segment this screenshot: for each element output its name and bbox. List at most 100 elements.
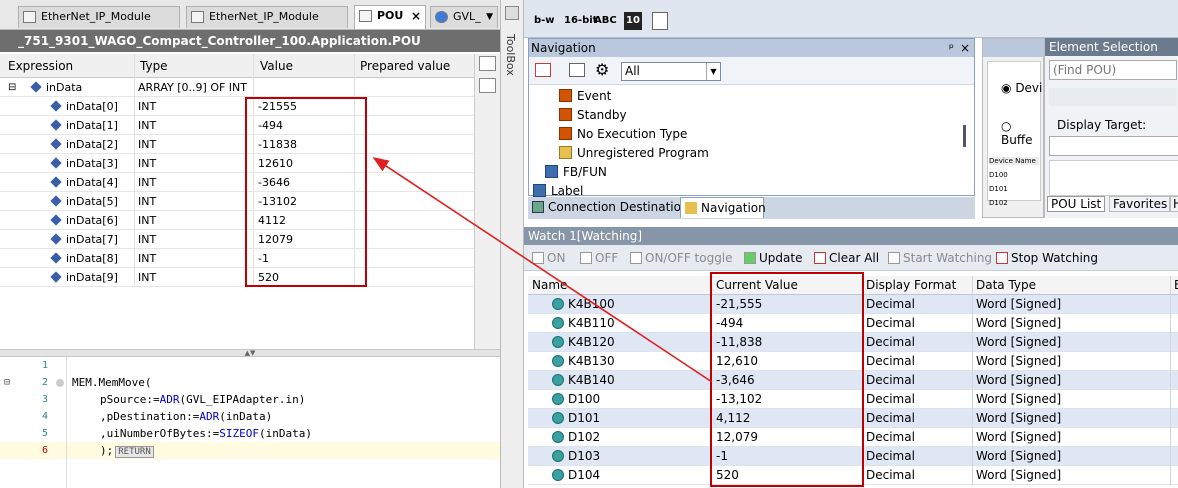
element-selection-title: Element Selection xyxy=(1045,38,1178,56)
device-row[interactable]: D101 xyxy=(989,185,1008,193)
device-row[interactable]: D100 xyxy=(989,171,1008,179)
nav-item[interactable]: Unregistered Program xyxy=(559,144,709,163)
highlight-box-left xyxy=(245,97,367,287)
watch1-toolbar: ON OFF ON/OFF toggle Update Clear All St… xyxy=(524,245,1178,271)
col-prepared[interactable]: Prepared value xyxy=(360,54,450,78)
watch-row[interactable]: inData[3] INT 12610 xyxy=(0,154,474,173)
variable-icon xyxy=(50,271,62,283)
watch-parent-row[interactable]: ⊟ inData ARRAY [0..9] OF INT xyxy=(0,78,474,97)
on-button[interactable]: ON xyxy=(532,249,565,267)
off-icon xyxy=(580,252,592,264)
watch-row[interactable]: inData[5] INT -13102 xyxy=(0,192,474,211)
fold-icon[interactable]: ⊟ xyxy=(4,374,10,391)
device-col-header: Device Name xyxy=(989,157,1039,165)
variable-icon xyxy=(50,119,62,131)
navigation-title: Navigation ᵖ × xyxy=(529,39,974,57)
device-icon xyxy=(552,450,564,462)
list-icon[interactable] xyxy=(479,56,496,71)
code-editor[interactable]: 1 ⊟ 2 MEM.MemMove( 3 pSource:=ADR(GVL_EIPAd… xyxy=(0,357,500,488)
toolbox-icon[interactable] xyxy=(505,6,519,20)
filter-icon[interactable] xyxy=(535,63,551,77)
start-watch-icon xyxy=(888,252,900,264)
tab-ethernet-ip-module-1[interactable]: EtherNet_IP_Module xyxy=(18,6,180,28)
stop-watching-button[interactable]: Stop Watching xyxy=(996,249,1098,267)
radio-buffer[interactable]: ○ Buffe xyxy=(1001,119,1043,147)
nav-item[interactable]: FB/FUN xyxy=(545,163,607,182)
table-icon[interactable] xyxy=(652,12,668,30)
watch-row[interactable]: inData[6] INT 4112 xyxy=(0,211,474,230)
col-extra[interactable]: E xyxy=(1174,276,1178,295)
col-display-format[interactable]: Display Format xyxy=(866,276,956,295)
chevron-down-icon[interactable]: ▼ xyxy=(706,63,720,80)
editor-tab-strip: EtherNet_IP_Module EtherNet_IP_Module PO… xyxy=(0,0,500,30)
tab-pou[interactable]: POU × xyxy=(354,5,426,29)
watch-row[interactable]: inData[7] INT 12079 xyxy=(0,230,474,249)
numeric-button[interactable]: 10 xyxy=(624,12,642,30)
bw-button[interactable]: b-w xyxy=(534,12,555,30)
watch-row[interactable]: inData[8] INT -1 xyxy=(0,249,474,268)
gear-icon[interactable]: ⚙ xyxy=(595,60,609,79)
device-icon xyxy=(552,298,564,310)
clear-icon xyxy=(814,252,826,264)
watch-row[interactable]: inData[1] INT -494 xyxy=(0,116,474,135)
device-icon xyxy=(552,336,564,348)
toolbox-panel[interactable]: ToolBox xyxy=(500,0,524,488)
watch-row[interactable]: inData[2] INT -11838 xyxy=(0,135,474,154)
update-button[interactable]: Update xyxy=(744,249,802,267)
collapse-icon[interactable]: ⊟ xyxy=(8,78,16,97)
radio-device[interactable]: ◉ Devi xyxy=(1001,81,1042,95)
watch-row[interactable]: inData[4] INT -3646 xyxy=(0,173,474,192)
16bit-button[interactable]: 16-bit xyxy=(564,12,597,30)
col-data-type[interactable]: Data Type xyxy=(976,276,1036,295)
tree-icon[interactable] xyxy=(569,63,585,77)
col-type[interactable]: Type xyxy=(140,54,168,78)
nav-item[interactable]: Standby xyxy=(559,106,627,125)
close-icon[interactable]: × xyxy=(411,6,421,26)
toggle-icon xyxy=(630,252,642,264)
start-watching-button[interactable]: Start Watching xyxy=(888,249,992,267)
pin-icon[interactable]: ᵖ xyxy=(949,39,954,57)
tab-h[interactable]: H xyxy=(1169,196,1178,212)
tab-favorites[interactable]: Favorites xyxy=(1109,196,1172,212)
device-panel: ◉ Devi ○ Buffe Device Name D100 D101 D10… xyxy=(982,38,1045,218)
nav-item[interactable]: No Execution Type xyxy=(559,125,687,144)
tab-connection-destination[interactable]: Connection Destination xyxy=(528,197,689,218)
breakpoint-marker[interactable] xyxy=(56,379,64,387)
col-name[interactable]: Name xyxy=(532,276,567,295)
off-button[interactable]: OFF xyxy=(580,249,618,267)
watch-row[interactable]: inData[0] INT -21555 xyxy=(0,97,474,116)
on-off-toggle-button[interactable]: ON/OFF toggle xyxy=(630,249,733,267)
device-row[interactable]: D102 xyxy=(989,199,1008,207)
device-icon xyxy=(552,431,564,443)
display-target-select[interactable] xyxy=(1049,136,1178,156)
col-value[interactable]: Value xyxy=(260,54,293,78)
close-icon[interactable]: × xyxy=(960,39,970,57)
program-folder-icon xyxy=(559,146,572,159)
chevron-down-icon[interactable]: ▼ xyxy=(486,7,493,27)
variable-icon xyxy=(50,233,62,245)
device-icon xyxy=(552,355,564,367)
variable-icon xyxy=(30,81,42,93)
main-toolbar: b-w 16-bit ABC 10 xyxy=(524,0,1178,38)
col-expression[interactable]: Expression xyxy=(8,54,73,78)
navigation-icon xyxy=(685,202,697,214)
watch-header: Expression Type Value Prepared value xyxy=(0,54,474,78)
grid-icon[interactable] xyxy=(479,78,496,93)
variable-icon xyxy=(50,252,62,264)
tab-gvl[interactable]: GVL_ ▼ xyxy=(430,6,498,28)
nav-item[interactable]: Event xyxy=(559,87,611,106)
watch-row[interactable]: inData[9] INT 520 xyxy=(0,268,474,287)
variable-icon xyxy=(50,195,62,207)
scrollbar[interactable] xyxy=(963,125,966,147)
find-pou-input[interactable]: (Find POU) xyxy=(1049,60,1177,80)
splitter[interactable]: ▲▼ xyxy=(0,349,500,357)
tab-navigation[interactable]: Navigation xyxy=(680,197,766,218)
abc-button[interactable]: ABC xyxy=(594,12,617,30)
tab-ethernet-ip-module-2[interactable]: EtherNet_IP_Module xyxy=(186,6,348,28)
device-icon xyxy=(191,11,204,23)
highlight-box-right xyxy=(710,272,864,487)
tab-pou-list[interactable]: POU List xyxy=(1047,196,1106,212)
clear-all-button[interactable]: Clear All xyxy=(814,249,879,267)
program-icon xyxy=(559,89,572,102)
navigation-filter-select[interactable]: All ▼ xyxy=(621,62,721,81)
